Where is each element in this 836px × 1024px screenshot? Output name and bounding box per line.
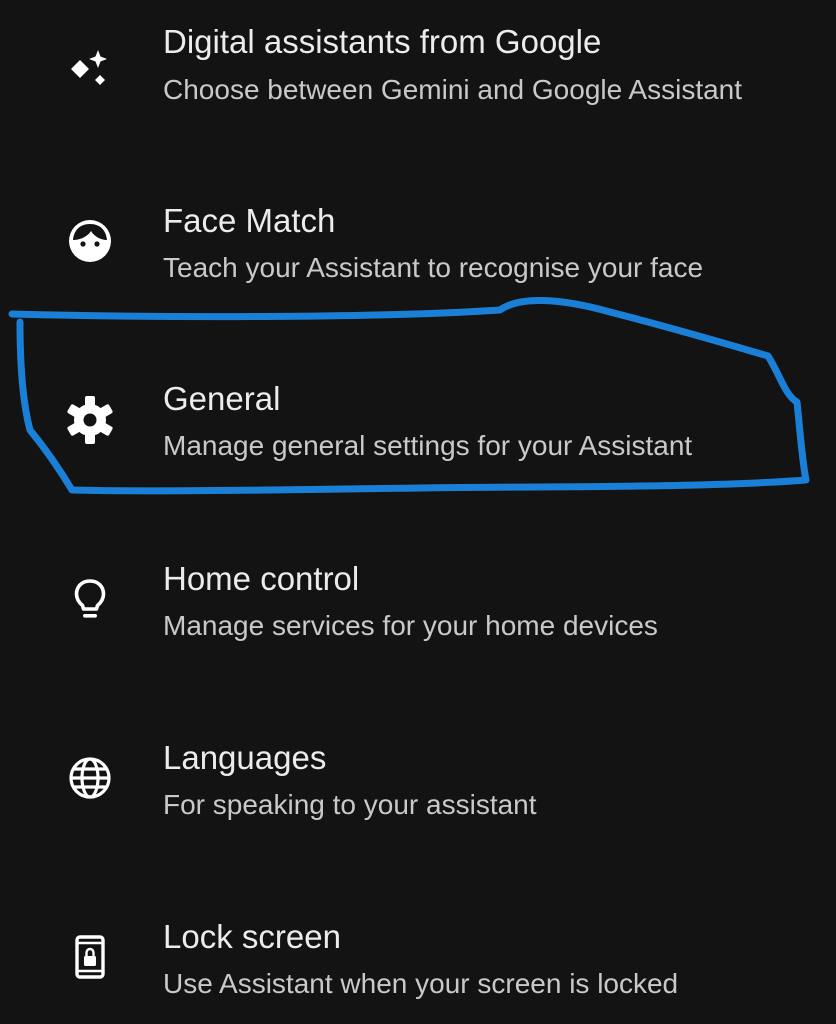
lock-screen-icon [62, 929, 118, 985]
setting-item-digital-assistants[interactable]: Digital assistants from Google Choose be… [0, 8, 836, 138]
setting-subtitle: Manage general settings for your Assista… [163, 430, 693, 461]
globe-icon [62, 750, 118, 806]
setting-item-face-match[interactable]: Face Match Teach your Assistant to recog… [0, 187, 836, 317]
setting-title: Lock screen [163, 918, 341, 955]
setting-subtitle: Teach your Assistant to recognise your f… [163, 252, 704, 283]
setting-subtitle: Manage services for your home devices [163, 610, 658, 641]
setting-item-languages[interactable]: Languages For speaking to your assistant [0, 724, 836, 854]
lightbulb-icon [62, 571, 118, 627]
setting-item-lock-screen[interactable]: Lock screen Use Assistant when your scre… [0, 903, 836, 1024]
gear-icon [62, 392, 118, 448]
setting-item-general[interactable]: General Manage general settings for your… [0, 366, 836, 496]
setting-item-home-control[interactable]: Home control Manage services for your ho… [0, 545, 836, 675]
face-icon [62, 213, 118, 269]
setting-subtitle: For speaking to your assistant [163, 789, 537, 820]
setting-title: Face Match [163, 202, 336, 239]
setting-subtitle: Use Assistant when your screen is locked [163, 968, 679, 999]
sparkle-icon [62, 42, 118, 98]
setting-title: Digital assistants from Google [163, 23, 602, 60]
setting-title: Languages [163, 739, 327, 776]
setting-subtitle: Choose between Gemini and Google Assista… [163, 74, 743, 105]
settings-list: Digital assistants from Google Choose be… [0, 0, 836, 1024]
setting-title: Home control [163, 560, 360, 597]
setting-title: General [163, 380, 281, 417]
